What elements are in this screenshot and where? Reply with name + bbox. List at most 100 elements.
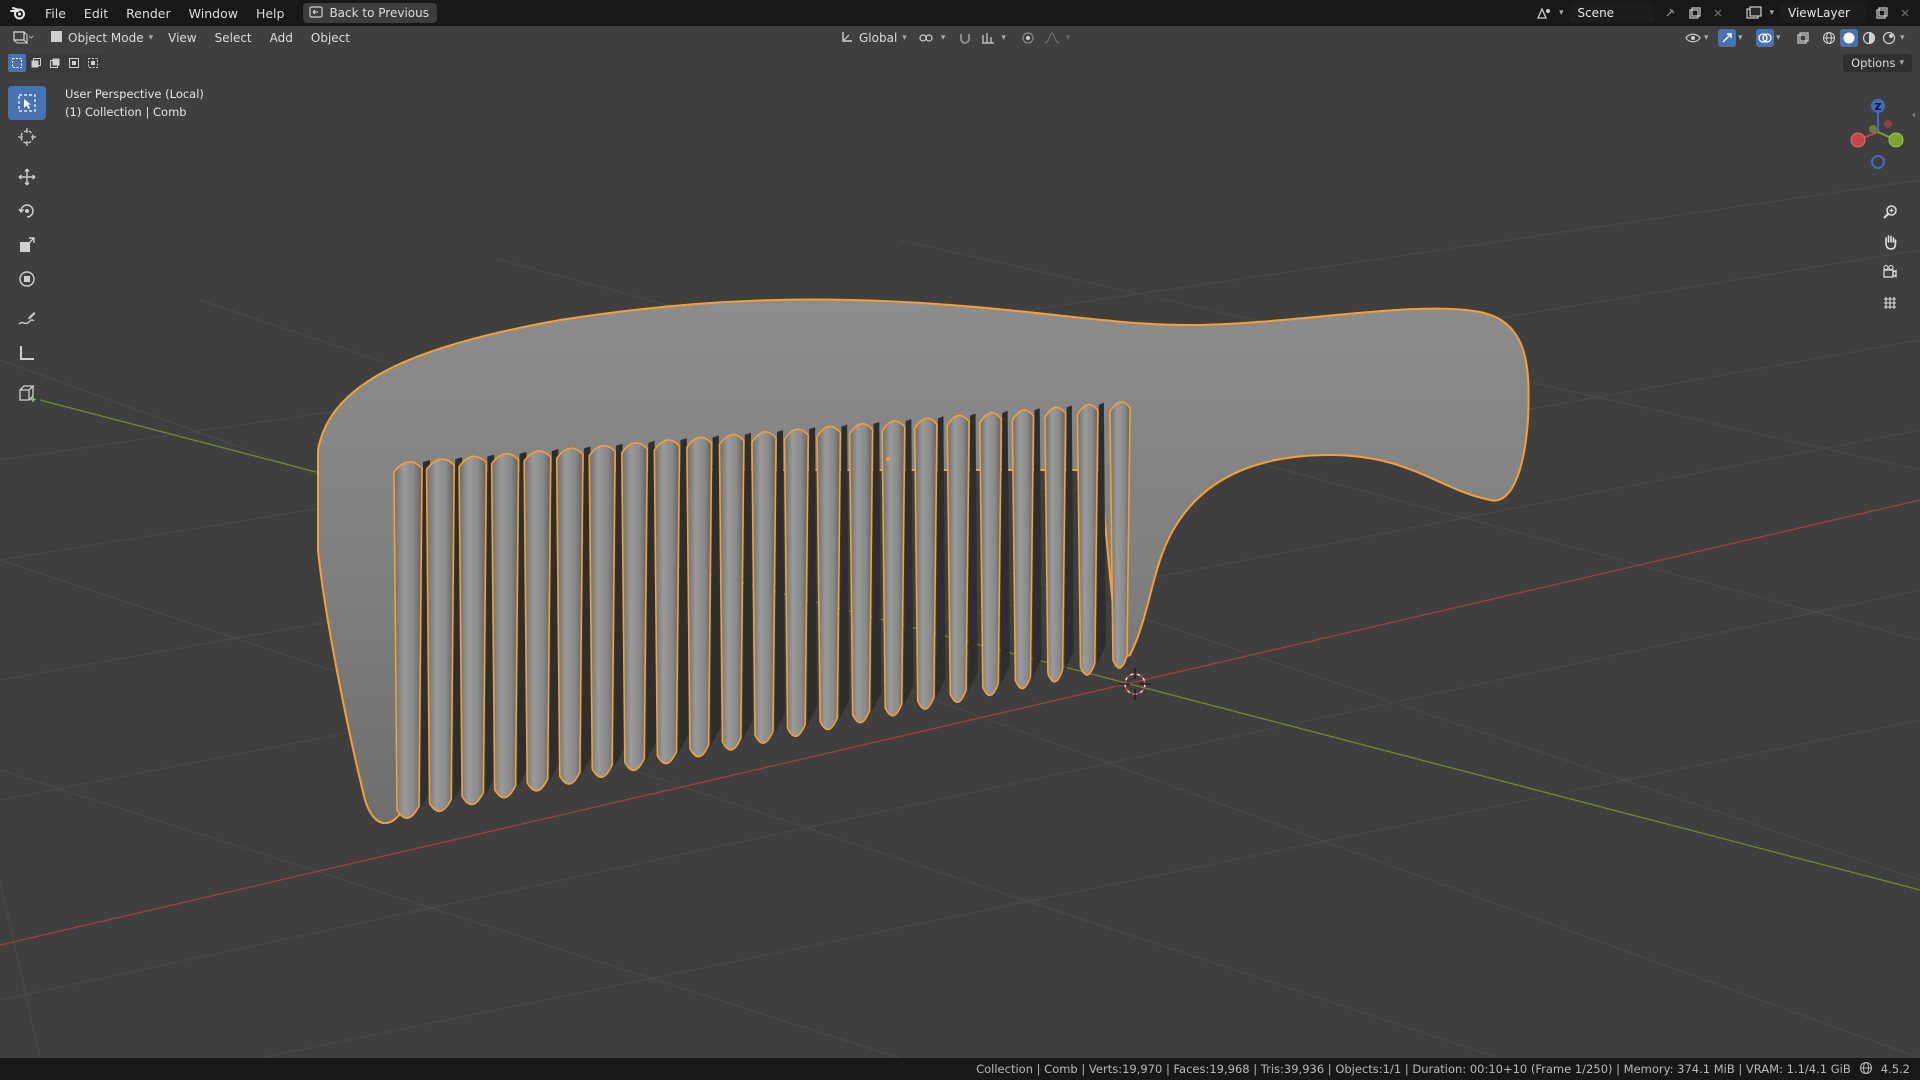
shading-chevron-icon: ▾ [1900, 33, 1905, 43]
falloff-icon[interactable] [1042, 32, 1062, 44]
back-to-previous-button[interactable]: Back to Previous [303, 3, 437, 23]
3d-viewport[interactable]: Object Mode ▾ View Select Add Object Glo… [0, 26, 1920, 1058]
move-icon[interactable] [8, 160, 46, 194]
comb-tooth-gap [742, 432, 753, 740]
snap-target-icon[interactable] [979, 31, 997, 45]
top-bar: File Edit Render Window Help Back to Pre… [0, 0, 1920, 26]
comb-tooth [490, 453, 520, 799]
comb-tooth [718, 433, 745, 751]
comb-tooth [751, 431, 777, 744]
scene-chevron-icon: ▾ [1558, 8, 1564, 18]
3d-cursor [1119, 668, 1151, 700]
object-mode-icon [50, 30, 63, 46]
menu-add[interactable]: Add [261, 31, 302, 45]
add-cube-icon[interactable] [8, 376, 46, 410]
rotate-icon[interactable] [8, 194, 46, 228]
new-scene-icon[interactable] [1685, 4, 1703, 22]
blender-logo-icon[interactable] [0, 0, 36, 26]
scene-icon[interactable] [1535, 4, 1553, 22]
select-extend-icon[interactable] [27, 54, 45, 72]
orientation-icon [840, 30, 854, 47]
scene-name-field[interactable]: Scene [1569, 3, 1656, 23]
rendered-shading-icon[interactable] [1880, 29, 1898, 47]
grid-icon[interactable] [1876, 288, 1904, 316]
editor-type-selector[interactable] [10, 28, 36, 48]
view-layer-icon[interactable] [1745, 4, 1763, 22]
menu-select[interactable]: Select [206, 31, 261, 45]
measure-icon[interactable] [8, 336, 46, 370]
menu-file[interactable]: File [36, 0, 75, 26]
object-mode-dropdown[interactable]: Object Mode ▾ [44, 28, 159, 48]
select-new-icon[interactable] [8, 54, 26, 72]
solid-shading-icon[interactable] [1840, 29, 1858, 47]
scale-icon[interactable] [8, 228, 46, 262]
camera-icon[interactable] [1876, 258, 1904, 286]
annotate-icon[interactable] [8, 302, 46, 336]
wireframe-shading-icon[interactable] [1820, 29, 1838, 47]
overlays-toggle-icon[interactable] [1756, 29, 1774, 47]
comb-tooth [555, 447, 584, 785]
transform-orientation-dropdown[interactable]: Global ▾ [836, 30, 911, 47]
comb-tooth [848, 423, 874, 724]
back-label: Back to Previous [329, 6, 429, 20]
select-invert-icon[interactable] [65, 54, 83, 72]
falloff-chevron-icon: ▾ [1065, 33, 1071, 43]
menu-view[interactable]: View [159, 31, 205, 45]
select-subtract-icon[interactable] [46, 54, 64, 72]
viewport-canvas[interactable] [0, 26, 1920, 1058]
axis-gizmo[interactable]: Z [1830, 84, 1920, 194]
xray-toggle-icon[interactable] [1794, 29, 1812, 47]
comb-tooth [686, 436, 713, 758]
comb-tooth [1076, 403, 1099, 676]
visibility-icon[interactable] [1684, 29, 1702, 47]
menu-object[interactable]: Object [302, 31, 359, 45]
comb-tooth [1109, 401, 1131, 669]
tool-shelf [8, 86, 46, 410]
selection-mode-group [8, 54, 102, 72]
view-name-label: User Perspective (Local) [65, 87, 204, 101]
pin-icon[interactable] [1661, 4, 1679, 22]
comb-tooth [913, 417, 938, 710]
delete-scene-icon[interactable] [1709, 4, 1727, 22]
menu-window[interactable]: Window [180, 0, 247, 26]
comb-tooth [588, 444, 616, 778]
view-layer-selector[interactable]: ▾ ViewLayer [1739, 3, 1920, 23]
comb-tooth [458, 455, 488, 806]
menu-help[interactable]: Help [247, 0, 294, 26]
comb-tooth [979, 412, 1003, 697]
options-label: Options [1851, 56, 1896, 70]
material-shading-icon[interactable] [1860, 29, 1878, 47]
proportional-edit-icon[interactable] [1018, 31, 1038, 45]
network-icon[interactable] [1859, 1061, 1873, 1078]
gizmo-toggle-icon[interactable] [1718, 29, 1736, 47]
menu-edit[interactable]: Edit [75, 0, 117, 26]
overlays-chevron-icon: ▾ [1776, 33, 1781, 43]
orientation-chevron-icon: ▾ [902, 33, 907, 43]
snap-chevron-icon: ▾ [1001, 33, 1006, 43]
comb-teeth [393, 401, 1131, 819]
orientation-label: Global [859, 31, 898, 45]
view-layer-field[interactable]: ViewLayer [1780, 3, 1866, 23]
delete-view-layer-icon[interactable] [1896, 4, 1914, 22]
sidebar-toggle-icon[interactable]: ‹ [1912, 110, 1916, 121]
select-intersect-icon[interactable] [84, 54, 102, 72]
menu-render[interactable]: Render [117, 0, 180, 26]
zoom-icon[interactable] [1876, 198, 1904, 226]
version-label: 4.5.2 [1880, 1062, 1910, 1076]
comb-tooth [881, 420, 906, 717]
comb-tooth [816, 425, 842, 731]
scene-selector[interactable]: ▾ Scene [1529, 3, 1734, 23]
transform-icon[interactable] [8, 262, 46, 296]
pivot-point-icon[interactable] [915, 31, 937, 45]
collection-object-label: (1) Collection | Comb [65, 105, 187, 119]
mode-chevron-icon: ▾ [148, 33, 154, 43]
options-dropdown[interactable]: Options ▾ [1843, 54, 1912, 72]
comb-tooth [1044, 406, 1067, 683]
cursor-icon[interactable] [8, 120, 46, 154]
pan-hand-icon[interactable] [1876, 228, 1904, 256]
visibility-chevron-icon: ▾ [1704, 33, 1709, 43]
snap-toggle-icon[interactable] [955, 31, 975, 45]
new-view-layer-icon[interactable] [1872, 4, 1890, 22]
object-origin [886, 457, 890, 461]
select-box-icon[interactable] [8, 86, 46, 120]
